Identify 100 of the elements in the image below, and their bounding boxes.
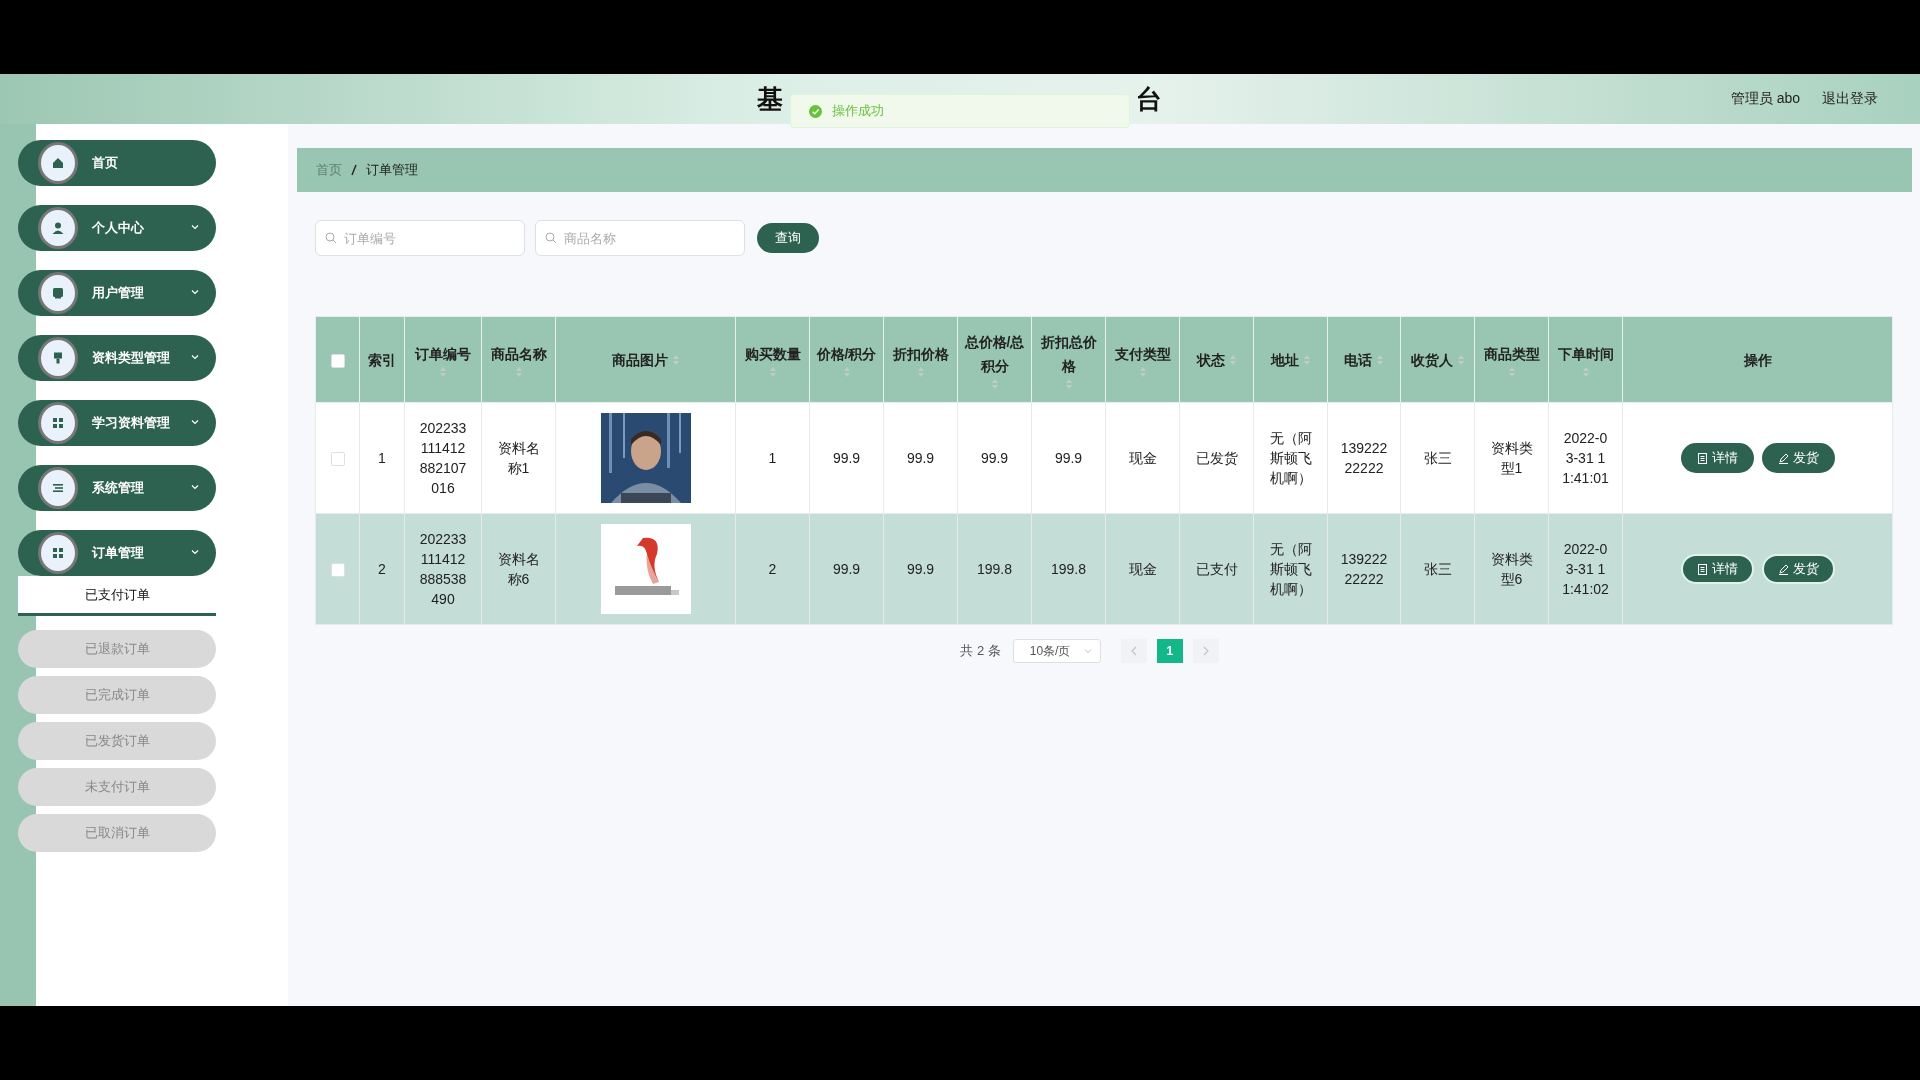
chevron-down-icon: [1083, 647, 1092, 655]
previous-page-button[interactable]: [1120, 639, 1147, 663]
document-icon: [1696, 452, 1708, 464]
sort-icon[interactable]: [768, 365, 777, 378]
sort-icon[interactable]: [514, 365, 523, 378]
column-header: 商品图片: [611, 350, 668, 370]
search-button[interactable]: 查询: [757, 223, 819, 253]
table-cell: 资料类型1: [1474, 402, 1549, 514]
table-cell: 13922222222: [1327, 513, 1401, 625]
table-cell: 无（阿斯顿飞机啊）: [1253, 513, 1328, 625]
column-header: 购买数量: [744, 344, 801, 364]
table-cell: 2: [735, 513, 810, 625]
table-cell: 199.8: [1031, 513, 1106, 625]
table-cell: 199.8: [957, 513, 1032, 625]
sort-icon[interactable]: [1376, 353, 1384, 366]
column-header: 支付类型: [1114, 344, 1171, 364]
table-cell: 资料名称1: [481, 402, 556, 514]
column-header: 折扣总价格: [1039, 332, 1098, 376]
checkbox[interactable]: [330, 452, 345, 467]
menu-item[interactable]: 系统管理: [18, 465, 216, 511]
table-cell: 99.9: [809, 402, 884, 514]
sort-icon[interactable]: [1228, 353, 1237, 366]
sort-icon[interactable]: [990, 377, 999, 390]
table-cell: 202233111412888538490: [404, 513, 482, 625]
breadcrumb-item: 订单管理: [366, 161, 418, 179]
grid-icon: [51, 546, 65, 560]
sort-icon[interactable]: [1064, 377, 1073, 390]
table-cell: 99.9: [957, 402, 1032, 514]
menu-item[interactable]: 用户管理: [18, 270, 216, 316]
next-page-button[interactable]: [1192, 639, 1219, 663]
table-cell: 资料类型6: [1474, 513, 1549, 625]
column-header: 地址: [1270, 350, 1299, 370]
table-cell: 99.9: [1031, 402, 1106, 514]
table-cell: 13922222222: [1327, 402, 1401, 514]
sort-icon[interactable]: [671, 353, 680, 366]
total-count: 共 2 条: [960, 642, 1001, 660]
column-header: 商品名称: [490, 344, 547, 364]
page-title: 台: [1136, 83, 1162, 116]
logout-link[interactable]: 退出登录: [1822, 90, 1878, 108]
brush-icon: [51, 351, 65, 365]
menu-item[interactable]: 资料类型管理: [18, 335, 216, 381]
pen-icon: [1777, 563, 1789, 575]
success-icon: [809, 104, 822, 118]
chevron-left-icon: [1129, 646, 1138, 656]
menu-item[interactable]: 学习资料管理: [18, 400, 216, 446]
chevron-right-icon: [1201, 646, 1210, 656]
sort-icon[interactable]: [439, 365, 447, 378]
sort-icon[interactable]: [1507, 365, 1516, 378]
table-cell: 张三: [1400, 402, 1475, 514]
column-header: 收货人: [1410, 350, 1453, 370]
column-header: 价格/积分: [816, 344, 877, 364]
caret-icon: [190, 352, 200, 362]
table-cell: 已支付: [1179, 513, 1254, 625]
menu-item[interactable]: 首页: [18, 140, 216, 186]
caret-icon: [190, 482, 200, 492]
document-icon: [1696, 563, 1708, 575]
action-button[interactable]: 发货: [1761, 443, 1835, 473]
sort-icon[interactable]: [1302, 353, 1311, 366]
page-title: 基: [757, 83, 783, 116]
search-icon: [545, 232, 557, 244]
breadcrumb-separator-icon: [351, 164, 357, 176]
grid-icon: [51, 416, 65, 430]
page-size-select[interactable]: 10条/页: [1012, 639, 1101, 663]
sort-icon[interactable]: [916, 365, 925, 378]
table-cell: 无（阿斯顿飞机啊）: [1253, 402, 1328, 514]
table-cell: 2: [359, 513, 405, 625]
table-cell: 99.9: [883, 513, 958, 625]
table-cell: 资料名称6: [481, 513, 556, 625]
menu-item[interactable]: 订单管理: [18, 530, 216, 576]
column-header: 状态: [1196, 350, 1225, 370]
search-field[interactable]: 商品名称: [535, 220, 745, 256]
table-cell: 1: [359, 402, 405, 514]
table-cell: 2022-03-31 11:41:01: [1548, 402, 1623, 514]
sort-icon[interactable]: [842, 365, 851, 378]
table-cell: 现金: [1105, 513, 1180, 625]
checkbox[interactable]: [330, 353, 345, 368]
table-cell: 99.9: [809, 513, 884, 625]
action-button[interactable]: 详情: [1680, 443, 1754, 473]
home-icon: [51, 156, 65, 170]
table-cell: 1: [735, 402, 810, 514]
table-cell: 现金: [1105, 402, 1180, 514]
table-cell: 已发货: [1179, 402, 1254, 514]
table-cell: 2022-03-31 11:41:02: [1548, 513, 1623, 625]
column-header: 总价格/总积分: [964, 332, 1025, 376]
action-button[interactable]: 发货: [1761, 554, 1835, 584]
action-button[interactable]: 详情: [1680, 554, 1754, 584]
caret-icon: [190, 222, 200, 232]
sort-icon[interactable]: [1581, 365, 1590, 378]
column-header: 订单编号: [415, 344, 471, 364]
submenu-item[interactable]: 已支付订单: [18, 576, 216, 616]
menu-item[interactable]: 个人中心: [18, 205, 216, 251]
sort-icon[interactable]: [1138, 365, 1147, 378]
table-cell: 张三: [1400, 513, 1475, 625]
person-icon: [51, 221, 65, 235]
column-header: 索引: [368, 350, 396, 370]
pen-icon: [1777, 452, 1789, 464]
search-field[interactable]: 订单编号: [315, 220, 525, 256]
column-header: 下单时间: [1557, 344, 1614, 364]
sort-icon[interactable]: [1456, 353, 1465, 366]
checkbox[interactable]: [330, 563, 345, 578]
